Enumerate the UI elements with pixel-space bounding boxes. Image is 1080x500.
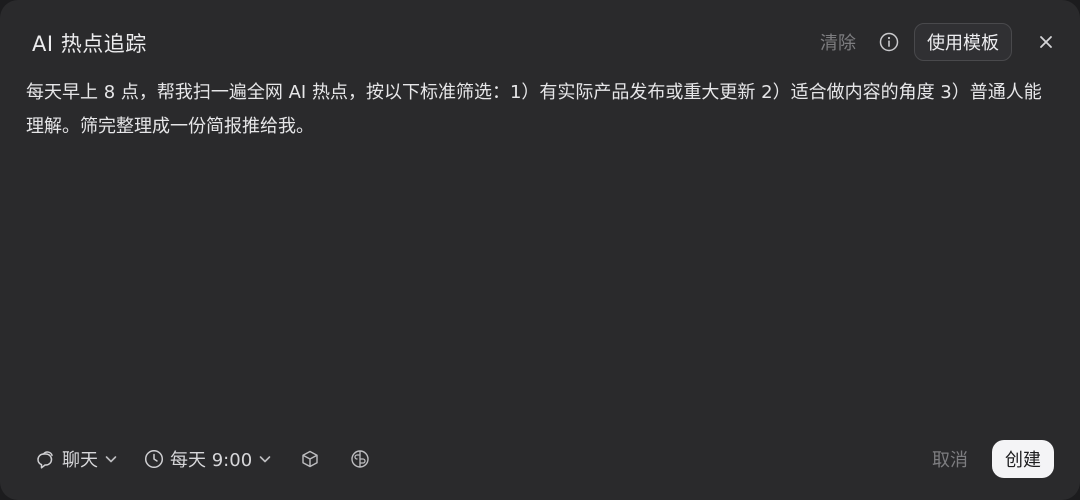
schedule-label: 每天 9:00 <box>170 450 253 471</box>
close-icon[interactable] <box>1034 30 1058 54</box>
schedule-selector[interactable]: 每天 9:00 <box>144 446 272 472</box>
footer-actions: 取消 创建 <box>932 440 1054 478</box>
footer-options: 聊天 每天 9:00 <box>34 440 372 478</box>
chevron-down-icon <box>104 452 118 466</box>
dialog-title: AI 热点追踪 <box>32 32 147 56</box>
chat-bubble-icon <box>34 448 56 470</box>
cube-icon[interactable] <box>298 447 322 471</box>
header-actions: 清除 使用模板 <box>820 22 1058 62</box>
create-button[interactable]: 创建 <box>992 440 1054 478</box>
dialog-header: AI 热点追踪 清除 使用模板 <box>0 0 1080 84</box>
dialog-footer: 聊天 每天 9:00 取消 创建 <box>0 440 1080 478</box>
clock-icon <box>144 449 164 469</box>
mode-selector[interactable]: 聊天 <box>34 446 118 472</box>
task-dialog: AI 热点追踪 清除 使用模板 每天早上 8 点，帮我扫一遍全网 AI 热点，按… <box>0 0 1080 500</box>
use-template-button[interactable]: 使用模板 <box>914 23 1012 61</box>
brain-icon[interactable] <box>348 447 372 471</box>
mode-label: 聊天 <box>62 450 98 471</box>
chevron-down-icon <box>258 452 272 466</box>
clear-button[interactable]: 清除 <box>820 29 856 55</box>
cancel-button[interactable]: 取消 <box>932 446 968 472</box>
prompt-textarea[interactable]: 每天早上 8 点，帮我扫一遍全网 AI 热点，按以下标准筛选：1）有实际产品发布… <box>26 76 1054 144</box>
info-icon[interactable] <box>878 31 900 53</box>
